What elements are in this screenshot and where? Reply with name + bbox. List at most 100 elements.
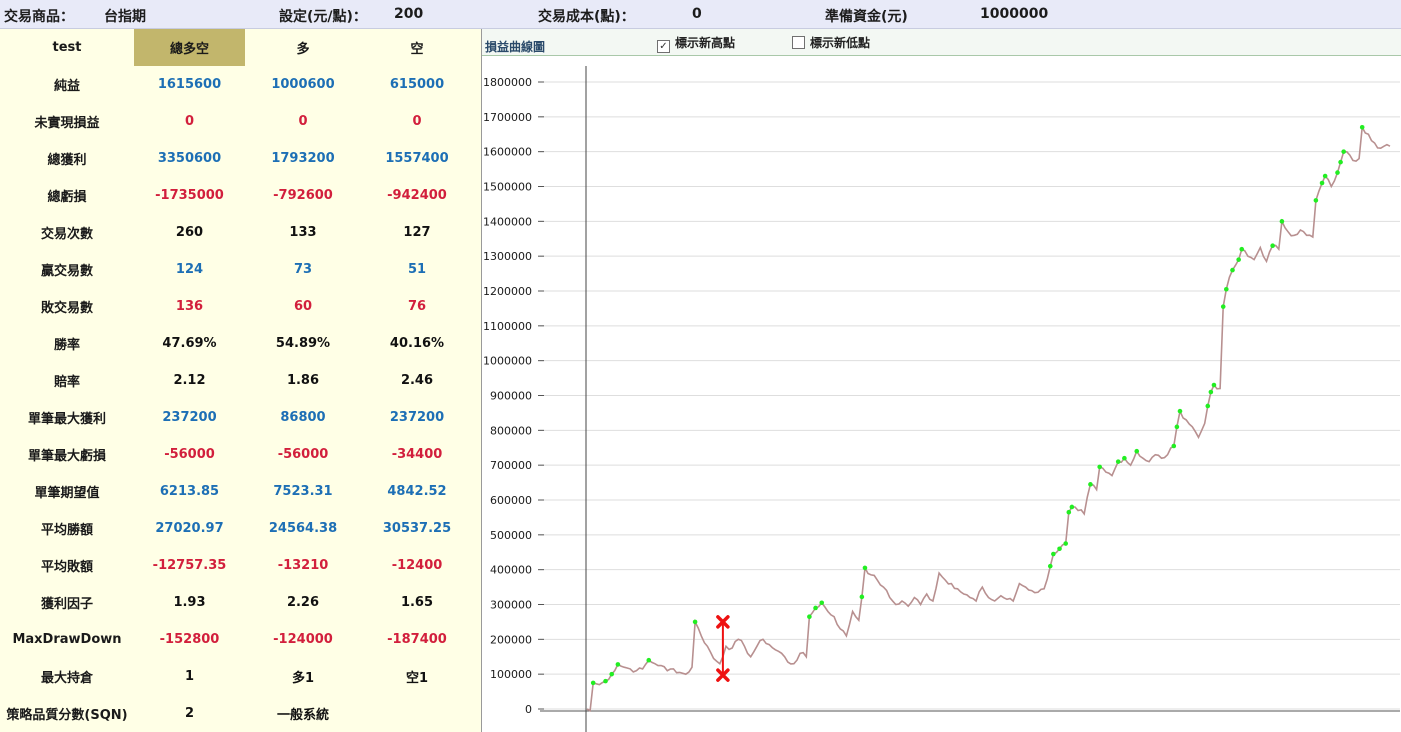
row-value: 76	[407, 299, 427, 314]
row-value: 54.89%	[275, 336, 331, 351]
stats-table: test 總多空多空純益 1615600 1000600 615000 未實現損益 0 0 0 總…	[0, 29, 473, 732]
row-value: 2.46	[400, 373, 434, 388]
y-tick-label: 1100000	[483, 320, 532, 333]
setting-value: 200	[394, 6, 424, 22]
row-label: 總獲利	[47, 153, 87, 168]
chart-title: 損益曲線圖	[485, 40, 546, 54]
row-value: 24564.38	[268, 521, 338, 536]
row-value: -12400	[391, 558, 443, 573]
row-label: 策略品質分數(SQN)	[6, 708, 128, 723]
table-row: 賠率 2.12 1.86 2.46	[0, 362, 473, 399]
new-high-marker	[1051, 551, 1056, 557]
row-value: -1735000	[155, 188, 224, 203]
y-tick-label: 900000	[490, 390, 532, 403]
y-tick-label: 800000	[490, 424, 532, 437]
new-high-marker	[1177, 408, 1183, 414]
equity-curve-chart: 0 100000 200000 300000 400000 500000 600000 700…	[483, 66, 1400, 732]
new-high-marker	[1069, 504, 1075, 510]
table-row: 平均勝額 27020.97 24564.38 30537.25	[0, 510, 473, 547]
y-tick-label: 1400000	[483, 215, 532, 228]
cost-label: 交易成本(點)：	[538, 9, 635, 25]
new-high-marker	[1279, 219, 1285, 224]
new-high-marker	[1335, 170, 1340, 175]
new-high-checkbox[interactable]: ✓	[657, 40, 670, 53]
header-long[interactable]: 多	[245, 29, 361, 66]
header-short[interactable]: 空	[361, 29, 473, 66]
new-high-marker	[1338, 159, 1343, 165]
y-tick-label: 600000	[490, 494, 532, 507]
table-row: 平均敗額 -12757.35 -13210 -12400	[0, 547, 473, 584]
row-value: 4842.52	[387, 484, 447, 499]
y-tick-label: 1700000	[483, 111, 532, 124]
row-value: 2	[184, 706, 195, 721]
new-low-toggle[interactable]: 標示新低點	[792, 34, 870, 51]
new-high-marker	[1270, 243, 1275, 249]
y-tick-label: 1200000	[483, 285, 532, 298]
table-row: 總虧損 -1735000 -792600 -942400	[0, 177, 473, 214]
setting-label: 設定(元/點)：	[279, 9, 367, 25]
table-row: 敗交易數 136 60 76	[0, 288, 473, 325]
row-label: 最大持倉	[40, 671, 93, 686]
new-high-label: 標示新高點	[675, 36, 736, 50]
new-high-marker	[819, 600, 825, 606]
row-value: 1.93	[173, 595, 206, 610]
row-value: 124	[175, 262, 204, 277]
new-high-marker	[1122, 455, 1127, 461]
row-label: 純益	[53, 79, 80, 94]
row-value: 27020.97	[155, 521, 224, 536]
new-high-toggle[interactable]: ✓ 標示新高點	[657, 34, 735, 53]
new-high-marker	[1063, 541, 1069, 546]
row-label: 單筆期望值	[34, 486, 100, 501]
new-high-marker	[1208, 389, 1214, 395]
new-high-marker	[1319, 180, 1325, 186]
y-tick-label: 0	[525, 703, 532, 716]
row-value: 47.69%	[162, 336, 217, 351]
table-row: 純益 1615600 1000600 615000	[0, 66, 473, 103]
row-label: 平均敗額	[40, 560, 93, 575]
product-label: 交易商品：	[4, 9, 74, 25]
row-label: 單筆最大獲利	[27, 412, 106, 427]
row-value: 2.12	[173, 373, 206, 388]
new-high-marker	[1313, 198, 1319, 203]
y-tick-label: 1600000	[483, 146, 532, 159]
new-high-marker	[603, 678, 608, 684]
row-value: -187400	[387, 632, 447, 647]
row-label: 贏交易數	[40, 264, 93, 279]
new-high-marker	[646, 657, 652, 663]
header-test: test	[52, 40, 82, 55]
row-value: -56000	[277, 447, 329, 462]
new-high-marker	[1359, 124, 1365, 130]
row-value: 86800	[280, 410, 326, 425]
row-value: -12757.35	[152, 558, 227, 573]
row-value: 615000	[389, 77, 445, 92]
row-label: 總虧損	[47, 190, 87, 205]
table-row: 策略品質分數(SQN) 2 一般系統	[0, 695, 473, 732]
row-value: 133	[289, 225, 317, 240]
row-value: 127	[403, 225, 431, 240]
y-tick-label: 1300000	[483, 250, 532, 263]
new-high-marker	[1224, 286, 1229, 292]
header-total[interactable]: 總多空	[134, 29, 245, 66]
row-label: MaxDrawDown	[12, 632, 122, 647]
table-row: 贏交易數 124 73 51	[0, 251, 473, 288]
table-row: 單筆最大虧損 -56000 -56000 -34400	[0, 436, 473, 473]
row-value: 1000600	[271, 77, 335, 92]
row-value: -152800	[159, 632, 220, 647]
table-row: 未實現損益 0 0 0	[0, 103, 473, 140]
top-info-bar: 交易商品： 台指期 設定(元/點)： 200 交易成本(點)： 0 準備資金(元…	[0, 0, 1401, 29]
row-value: 6213.85	[159, 484, 220, 499]
row-value: 0	[412, 114, 422, 129]
new-high-marker	[1205, 403, 1211, 409]
row-value: 60	[293, 299, 313, 314]
new-low-checkbox[interactable]	[792, 36, 805, 49]
row-value: -34400	[391, 447, 443, 462]
y-tick-label: 200000	[490, 633, 532, 646]
equity-chart-panel: 損益曲線圖 ✓ 標示新高點 標示新低點 0 100000 200000 300000 40…	[481, 29, 1401, 732]
row-value: 多1	[291, 671, 315, 686]
new-high-marker	[1174, 424, 1180, 430]
new-high-marker	[1239, 246, 1245, 252]
new-high-marker	[609, 671, 615, 677]
capital-label: 準備資金(元)	[825, 9, 908, 25]
row-value: 1615600	[157, 77, 222, 92]
y-tick-label: 300000	[490, 599, 532, 612]
